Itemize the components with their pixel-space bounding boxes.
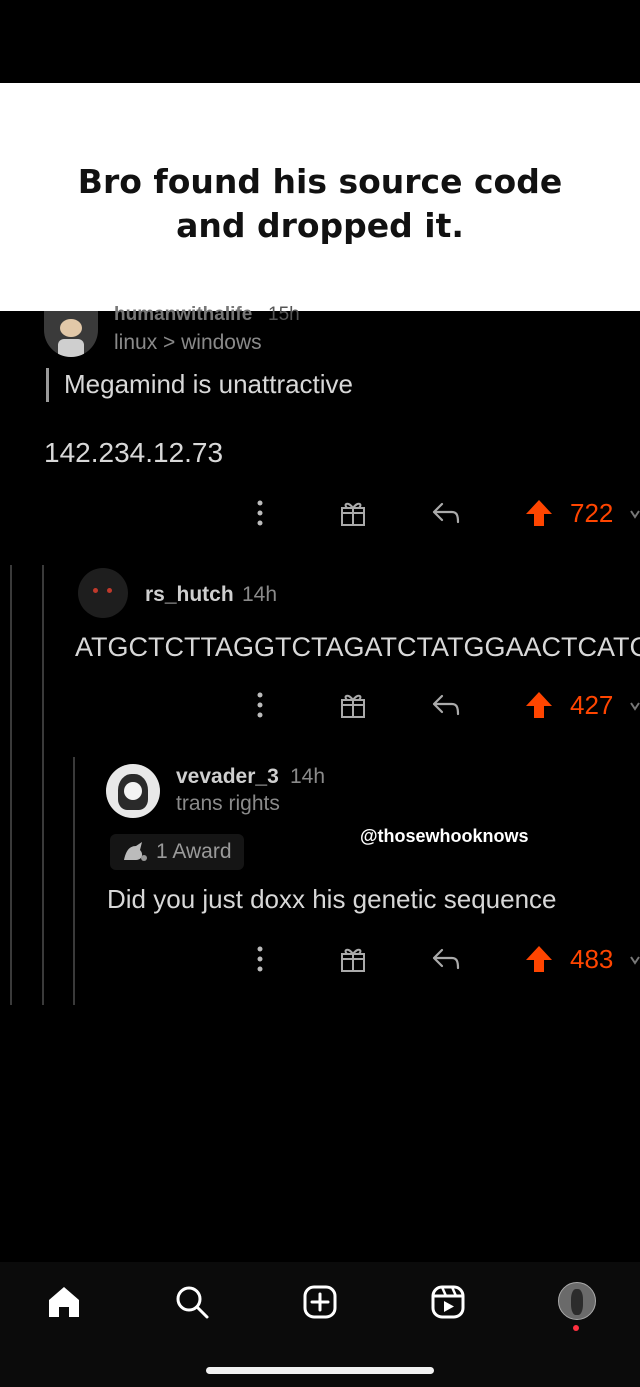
reply-icon[interactable] (430, 500, 462, 526)
comment-age: 14h (290, 765, 326, 788)
search-icon[interactable] (174, 1284, 210, 1320)
more-vertical-icon[interactable] (252, 944, 268, 974)
avatar[interactable] (78, 568, 128, 618)
more-vertical-icon[interactable] (252, 498, 268, 528)
comment-body: ATGCTCTTAGGTCTAGATCTATGGAACTCATCG (75, 632, 640, 662)
gift-icon[interactable] (338, 498, 368, 528)
upvote-arrow-icon[interactable] (524, 498, 554, 528)
create-icon[interactable] (302, 1284, 338, 1320)
caption-text: Bro found his source code and dropped it… (77, 162, 563, 245)
comment-username[interactable]: rs_hutch (145, 583, 234, 607)
avatar[interactable] (106, 764, 160, 818)
user-flair: linux > windows (114, 331, 262, 354)
profile-avatar[interactable] (558, 1282, 596, 1320)
award-icon (120, 840, 150, 864)
comment-age: 15h (268, 304, 300, 325)
home-icon[interactable] (46, 1284, 82, 1320)
upvote-arrow-icon[interactable] (524, 944, 554, 974)
user-flair: trans rights (176, 792, 280, 815)
thread-line (73, 757, 75, 1005)
quote-bar (46, 368, 49, 402)
vote-count: 427 (570, 690, 614, 720)
award-badge[interactable]: 1 Award (110, 834, 244, 870)
vote-count: 483 (570, 944, 614, 974)
reply-icon[interactable] (430, 692, 462, 718)
comment-body: Did you just doxx his genetic sequence (107, 884, 557, 914)
watermark-text: @thosewhooknows (360, 826, 529, 846)
gift-icon[interactable] (338, 690, 368, 720)
downvote-chevron-icon[interactable] (630, 954, 640, 966)
award-label: 1 Award (156, 840, 232, 863)
gift-icon[interactable] (338, 944, 368, 974)
downvote-chevron-icon[interactable] (630, 508, 640, 520)
caption-card: Bro found his source code and dropped it… (0, 83, 640, 311)
avatar[interactable] (44, 311, 98, 357)
comment-age: 14h (242, 583, 278, 606)
comment-username[interactable]: vevader_3 (176, 765, 279, 789)
comment-username[interactable]: humanwithalife (114, 304, 252, 326)
vote-count: 722 (570, 498, 614, 528)
notification-dot (573, 1325, 579, 1331)
quoted-text: Megamind is unattractive (64, 369, 354, 399)
comment-body: 142.234.12.73 (44, 437, 224, 468)
reply-icon[interactable] (430, 946, 462, 972)
thread-line (42, 565, 44, 1005)
upvote-arrow-icon[interactable] (524, 690, 554, 720)
home-indicator[interactable] (206, 1367, 434, 1374)
reels-icon[interactable] (430, 1284, 466, 1320)
more-vertical-icon[interactable] (252, 690, 268, 720)
downvote-chevron-icon[interactable] (630, 700, 640, 712)
thread-line (10, 565, 12, 1005)
